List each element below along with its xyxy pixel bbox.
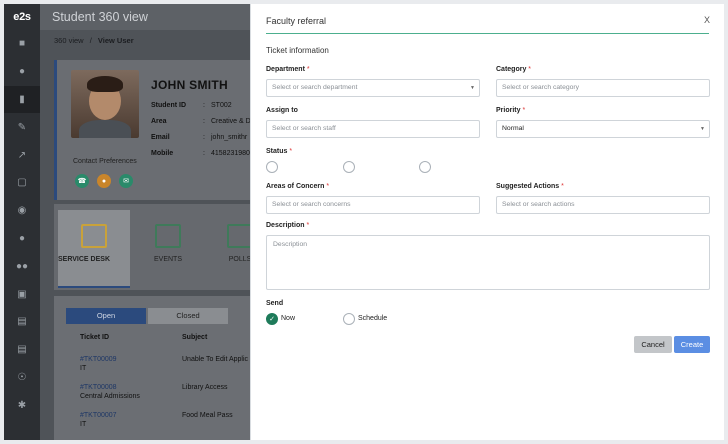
modal-title: Faculty referral xyxy=(266,16,327,26)
tile-service-desk[interactable]: SERVICE DESK xyxy=(58,210,130,288)
section-title: Ticket information xyxy=(266,46,329,55)
divider xyxy=(266,33,709,34)
edit-icon[interactable]: ✎ xyxy=(4,113,40,141)
app-logo: e2s xyxy=(13,11,31,23)
send-label: Send xyxy=(266,300,284,307)
close-button[interactable]: X xyxy=(704,15,710,25)
areas-of-concern-label: Areas of Concern * xyxy=(266,183,330,190)
breadcrumb-current: View User xyxy=(97,36,134,45)
assign-to-select[interactable]: Select or search staff xyxy=(266,120,480,138)
chart-icon[interactable]: ↗ xyxy=(4,141,40,169)
faculty-referral-modal: Faculty referral X Ticket information De… xyxy=(250,4,724,440)
category-label: Category * xyxy=(496,66,532,73)
table-header: Ticket ID Subject xyxy=(54,334,254,348)
email-icon[interactable]: ✉ xyxy=(119,174,133,188)
chevron-down-icon: ▼ xyxy=(700,126,705,132)
calendar-icon[interactable]: ▢ xyxy=(4,169,40,197)
description-label: Description * xyxy=(266,222,310,229)
breadcrumb-root[interactable]: 360 view xyxy=(54,36,84,45)
document-icon[interactable]: ▤ xyxy=(4,308,40,336)
status-radio-3[interactable] xyxy=(419,161,431,173)
priority-label: Priority * xyxy=(496,107,526,114)
person-icon[interactable]: ● xyxy=(4,225,40,253)
profile-row: Mobile:4158231980 xyxy=(151,150,250,157)
left-nav: e2s ■ ● ▮ ✎ ↗ ▢ ◉ ● ●● ▣ ▤ ▤ ☉ ✱ xyxy=(4,4,40,440)
send-now-radio[interactable]: ✓ xyxy=(266,313,278,325)
phone-icon[interactable]: ☎ xyxy=(75,174,89,188)
cancel-button[interactable]: Cancel xyxy=(634,336,672,353)
department-select[interactable]: Select or search department ▼ xyxy=(266,79,480,97)
suggested-actions-select[interactable]: Select or search actions xyxy=(496,196,710,214)
category-select[interactable]: Select or search category xyxy=(496,79,710,97)
assign-to-label: Assign to xyxy=(266,107,298,114)
send-schedule-radio[interactable] xyxy=(343,313,355,325)
suggested-actions-label: Suggested Actions * xyxy=(496,183,564,190)
group-icon[interactable]: ●● xyxy=(4,252,40,280)
tab-open[interactable]: Open xyxy=(66,308,146,324)
chevron-down-icon: ▼ xyxy=(470,85,475,91)
student-photo xyxy=(71,70,139,138)
phone-icon[interactable]: ▮ xyxy=(4,85,40,114)
priority-select[interactable]: Normal ▼ xyxy=(496,120,710,138)
department-label: Department * xyxy=(266,66,310,73)
status-radio-1[interactable] xyxy=(266,161,278,173)
col-ticket-id: Ticket ID xyxy=(80,334,110,341)
globe-icon[interactable]: ☉ xyxy=(4,364,40,392)
calendar-grid-icon xyxy=(155,224,181,248)
col-subject: Subject xyxy=(182,334,208,341)
breadcrumb-sep: / xyxy=(89,36,92,45)
check-icon: ✓ xyxy=(269,316,275,323)
user-icon[interactable]: ● xyxy=(4,58,40,86)
notepad-icon xyxy=(81,224,107,248)
tab-closed[interactable]: Closed xyxy=(148,308,228,324)
status-radio-2[interactable] xyxy=(343,161,355,173)
home-icon[interactable]: ■ xyxy=(4,30,40,58)
status-label: Status * xyxy=(266,148,293,155)
chat-icon[interactable]: ● xyxy=(97,174,111,188)
send-schedule-label: Schedule xyxy=(358,315,388,322)
settings-icon[interactable]: ◉ xyxy=(4,197,40,225)
app-window: e2s ■ ● ▮ ✎ ↗ ▢ ◉ ● ●● ▣ ▤ ▤ ☉ ✱ Student… xyxy=(4,4,724,440)
description-textarea[interactable]: Description xyxy=(266,235,710,290)
profile-row: Email: john_smithr xyxy=(151,134,248,141)
gear-icon[interactable]: ✱ xyxy=(4,391,40,419)
create-button[interactable]: Create xyxy=(674,336,710,353)
student-name: JOHN SMITH xyxy=(151,78,229,92)
file-icon[interactable]: ▤ xyxy=(4,336,40,364)
profile-row: Area: Creative & Di xyxy=(151,118,253,125)
briefcase-icon[interactable]: ▣ xyxy=(4,280,40,308)
profile-row: Student ID: ST002 xyxy=(151,102,232,109)
send-now-label: Now xyxy=(281,315,296,322)
areas-of-concern-select[interactable]: Select or search concerns xyxy=(266,196,480,214)
contact-preferences-label: Contact Preferences xyxy=(73,158,137,165)
tile-events[interactable]: EVENTS xyxy=(132,210,204,288)
